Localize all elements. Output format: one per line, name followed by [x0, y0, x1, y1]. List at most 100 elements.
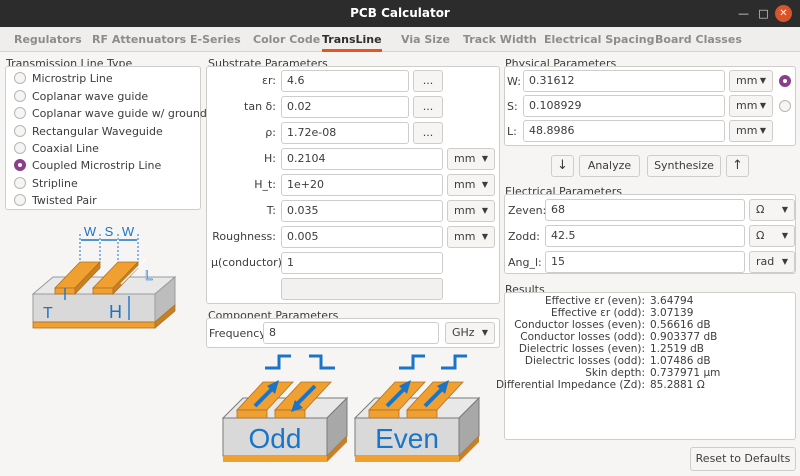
- chevron-down-icon: ▼: [481, 180, 488, 189]
- input-l[interactable]: 48.8986: [523, 120, 725, 142]
- h-unit-select[interactable]: mm ▼: [447, 148, 495, 170]
- s-unit-select[interactable]: mm ▼: [729, 95, 773, 117]
- chevron-down-icon: ▼: [781, 205, 788, 214]
- result-label: Conductor losses (even):: [514, 319, 645, 331]
- label-mu-conductor: μ(conductor):: [211, 256, 286, 269]
- label-frequency: Frequency:: [209, 327, 269, 340]
- tan-delta-options-button[interactable]: ...: [413, 96, 443, 118]
- label-ang-l: Ang_l:: [508, 256, 542, 269]
- component-group: Frequency: 8 GHz ▼: [206, 318, 500, 348]
- tab-regulators[interactable]: Regulators: [14, 27, 82, 52]
- input-frequency[interactable]: 8: [263, 322, 439, 344]
- zeven-unit-select[interactable]: Ω ▼: [749, 199, 795, 221]
- close-icon[interactable]: ✕: [775, 5, 792, 22]
- result-label: Effective εr (odd):: [551, 307, 645, 319]
- diagram-label-w1: W: [84, 224, 97, 239]
- input-tan-delta[interactable]: 0.02: [281, 96, 409, 118]
- diagram-label-l: L: [145, 267, 153, 283]
- er-options-button[interactable]: ...: [413, 70, 443, 92]
- label-zodd: Zodd:: [508, 230, 540, 243]
- window-title: PCB Calculator: [350, 6, 450, 20]
- radio-coaxial[interactable]: Coaxial Line: [14, 140, 99, 156]
- chevron-down-icon: ▼: [759, 126, 766, 135]
- input-rho[interactable]: 1.72e-08: [281, 122, 409, 144]
- diagram-label-t: T: [43, 305, 53, 322]
- radio-stripline[interactable]: Stripline: [14, 175, 78, 191]
- input-mu-conductor[interactable]: 1: [281, 252, 443, 274]
- result-value: 0.737971 μm: [650, 367, 721, 379]
- input-er[interactable]: 4.6: [281, 70, 409, 92]
- input-zodd[interactable]: 42.5: [545, 225, 745, 247]
- w-unit-select[interactable]: mm ▼: [729, 70, 773, 92]
- tab-electrical-spacing[interactable]: Electrical Spacing: [544, 27, 654, 52]
- radio-icon: [14, 72, 26, 84]
- radio-icon: [14, 177, 26, 189]
- result-value: 3.07139: [650, 307, 694, 319]
- zodd-unit-select[interactable]: Ω ▼: [749, 225, 795, 247]
- ht-unit-select[interactable]: mm ▼: [447, 174, 495, 196]
- chevron-down-icon: ▼: [481, 328, 488, 337]
- s-lock-radio[interactable]: [779, 100, 791, 112]
- chevron-down-icon: ▼: [481, 206, 488, 215]
- result-value: 85.2881 Ω: [650, 379, 705, 391]
- tab-bar: Regulators RF Attenuators E-Series Color…: [0, 27, 800, 52]
- label-t: T:: [266, 204, 276, 217]
- t-unit-select[interactable]: mm ▼: [447, 200, 495, 222]
- result-value: 3.64794: [650, 295, 694, 307]
- label-roughness: Roughness:: [212, 230, 276, 243]
- ang-l-unit-select[interactable]: rad ▼: [749, 251, 795, 273]
- chevron-down-icon: ▼: [781, 257, 788, 266]
- odd-even-mode-diagram: Odd Even: [221, 354, 481, 462]
- tab-transline[interactable]: TransLine: [322, 27, 382, 52]
- tab-board-classes[interactable]: Board Classes: [655, 27, 742, 52]
- tab-e-series[interactable]: E-Series: [190, 27, 241, 52]
- frequency-unit-select[interactable]: GHz ▼: [445, 322, 495, 344]
- label-h: H:: [264, 152, 276, 165]
- results-group: Effective εr (even): 3.64794 Effective ε…: [496, 292, 796, 440]
- w-lock-radio[interactable]: [779, 75, 791, 87]
- radio-twisted-pair[interactable]: Twisted Pair: [14, 192, 97, 208]
- radio-coupled-microstrip[interactable]: Coupled Microstrip Line: [14, 157, 161, 173]
- radio-coplanar[interactable]: Coplanar wave guide: [14, 88, 148, 104]
- maximize-icon[interactable]: □: [755, 5, 772, 22]
- label-zeven: Zeven:: [508, 204, 547, 217]
- reset-defaults-button[interactable]: Reset to Defaults: [690, 447, 796, 471]
- rho-options-button[interactable]: ...: [413, 122, 443, 144]
- diagram-label-h: H: [109, 302, 122, 322]
- radio-icon: [14, 125, 26, 137]
- chevron-down-icon: ▼: [759, 76, 766, 85]
- tab-color-code[interactable]: Color Code: [253, 27, 320, 52]
- input-ang-l[interactable]: 15: [545, 251, 745, 273]
- l-unit-select[interactable]: mm ▼: [729, 120, 773, 142]
- input-ht[interactable]: 1e+20: [281, 174, 443, 196]
- tab-via-size[interactable]: Via Size: [401, 27, 450, 52]
- radio-icon: [14, 194, 26, 206]
- roughness-unit-select[interactable]: mm ▼: [447, 226, 495, 248]
- analyze-button[interactable]: Analyze: [579, 155, 640, 177]
- result-value: 0.903377 dB: [650, 331, 718, 343]
- input-zeven[interactable]: 68: [545, 199, 745, 221]
- chevron-down-icon: ▼: [781, 231, 788, 240]
- odd-mode-label: Odd: [249, 423, 302, 454]
- arrow-up-icon[interactable]: ↑: [726, 155, 749, 177]
- result-label: Differential Impedance (Zd):: [496, 379, 645, 391]
- synthesize-button[interactable]: Synthesize: [647, 155, 721, 177]
- input-h[interactable]: 0.2104: [281, 148, 443, 170]
- input-roughness[interactable]: 0.005: [281, 226, 443, 248]
- tab-rf-attenuators[interactable]: RF Attenuators: [92, 27, 186, 52]
- radio-rect-waveguide[interactable]: Rectangular Waveguide: [14, 123, 163, 139]
- tab-track-width[interactable]: Track Width: [463, 27, 537, 52]
- input-t[interactable]: 0.035: [281, 200, 443, 222]
- result-label: Effective εr (even):: [545, 295, 645, 307]
- radio-microstrip[interactable]: Microstrip Line: [14, 70, 113, 86]
- label-er: εr:: [262, 74, 276, 87]
- arrow-down-icon[interactable]: ↓: [551, 155, 574, 177]
- input-s[interactable]: 0.108929: [523, 95, 725, 117]
- chevron-down-icon: ▼: [759, 101, 766, 110]
- minimize-icon[interactable]: —: [735, 5, 752, 22]
- diagram-label-w2: W: [122, 224, 135, 239]
- chevron-down-icon: ▼: [481, 232, 488, 241]
- input-w[interactable]: 0.31612: [523, 70, 725, 92]
- title-bar: PCB Calculator — □ ✕: [0, 0, 800, 27]
- radio-icon: [14, 90, 26, 102]
